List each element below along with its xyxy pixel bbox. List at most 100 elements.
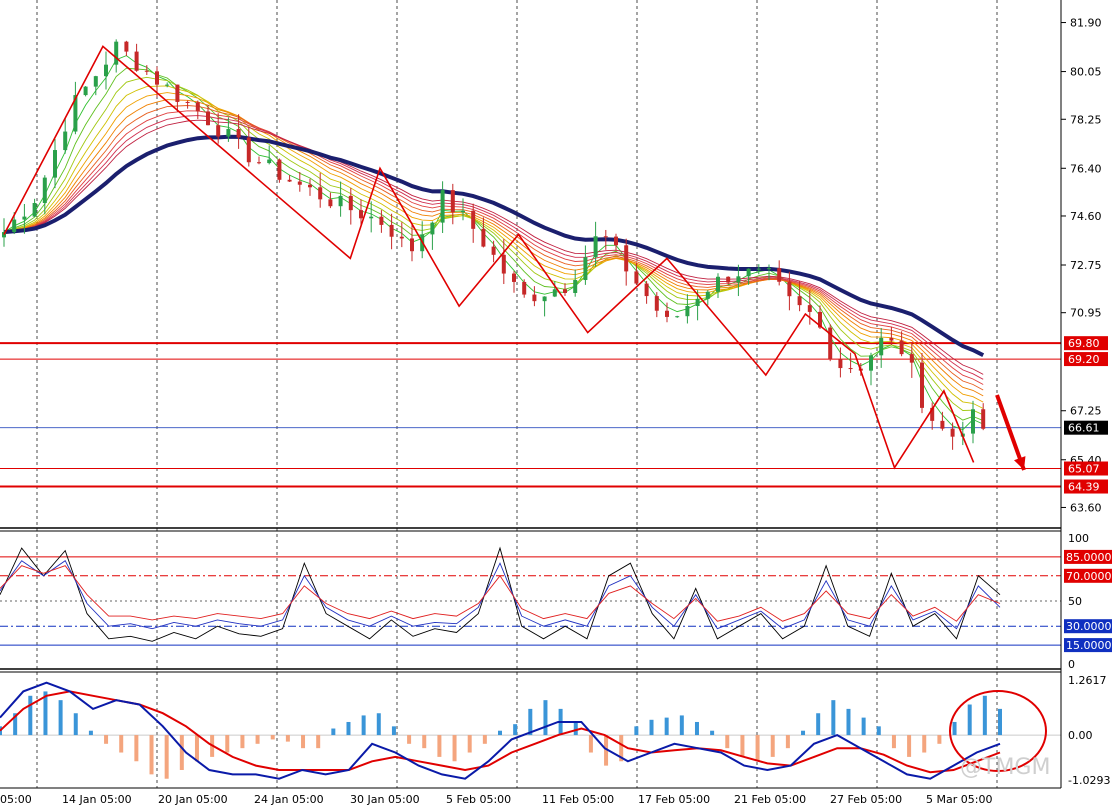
macd-histogram-bar — [88, 730, 93, 736]
y-tick-label: 76.40 — [1070, 162, 1102, 175]
candle-body — [542, 296, 547, 302]
watermark: @TMGM — [960, 755, 1050, 780]
candle-body — [981, 409, 986, 429]
candle-body — [144, 70, 149, 72]
macd-histogram-bar — [452, 735, 457, 762]
macd-histogram-bar — [285, 735, 290, 742]
candle-body — [246, 137, 251, 163]
candle-body — [379, 216, 384, 225]
macd-histogram-bar — [73, 713, 78, 736]
candle-body — [257, 162, 261, 164]
macd-histogram-bar — [937, 735, 942, 744]
candle-body — [807, 305, 812, 312]
macd-histogram-bar — [998, 708, 1002, 736]
candle-body — [920, 362, 924, 408]
candle-body — [665, 310, 669, 317]
candle-body — [909, 354, 914, 363]
macd-histogram-bar — [376, 713, 381, 736]
candle-body — [838, 359, 843, 369]
macd-histogram-bar — [104, 735, 109, 744]
macd-histogram-bar — [194, 735, 199, 762]
level-tag-label: 69.20 — [1068, 353, 1100, 366]
candle-body — [359, 210, 363, 219]
trading-chart[interactable]: 81.90 80.05 78.25 76.40 74.60 72.75 70.95 67.25… — [0, 0, 1115, 809]
macd-histogram-bar — [240, 735, 245, 749]
y-tick-label: 63.60 — [1070, 501, 1102, 514]
candle-body — [532, 294, 537, 302]
macd-histogram-bar — [164, 735, 169, 779]
macd-histogram-bar — [664, 717, 669, 736]
candle-body — [848, 368, 853, 370]
macd-histogram-bar — [225, 735, 230, 753]
candle-body — [705, 291, 710, 299]
candle-body — [614, 236, 618, 246]
macd-histogram-bar — [270, 735, 275, 740]
candle-body — [695, 298, 700, 307]
current-price-label: 66.61 — [1068, 422, 1100, 435]
candle-body — [522, 281, 527, 295]
candle-body — [328, 199, 333, 207]
candle-body — [940, 420, 945, 429]
candle-body — [155, 71, 159, 85]
osc-level-label: 30.0000 — [1066, 620, 1112, 633]
candle-body — [430, 222, 435, 235]
y-tick-label: 74.60 — [1070, 210, 1102, 223]
candle-body — [889, 337, 894, 341]
macd-histogram-bar — [725, 735, 730, 749]
macd-histogram-bar — [694, 721, 699, 736]
x-tick-label: 30 Jan 05:00 — [350, 793, 420, 806]
candle-body — [481, 228, 486, 247]
macd-histogram-bar — [301, 735, 306, 749]
candle-body — [501, 254, 506, 274]
candle-body — [879, 337, 884, 356]
candle-body — [318, 187, 323, 200]
candle-body — [746, 268, 751, 277]
candle-body — [440, 190, 445, 223]
candle-body — [685, 306, 690, 317]
macd-histogram-bar — [891, 735, 896, 749]
macd-histogram-bar — [498, 730, 502, 736]
macd-histogram-bar — [255, 735, 260, 744]
candle-body — [185, 101, 190, 103]
candle-body — [777, 268, 782, 282]
candle-body — [124, 41, 129, 52]
macd-histogram-bar — [467, 735, 472, 753]
candle-body — [950, 428, 955, 437]
macd-histogram-bar — [134, 735, 139, 762]
macd-histogram-bar — [801, 730, 806, 736]
candle-body — [563, 289, 567, 293]
candle-body — [83, 86, 88, 96]
macd-histogram-bar — [861, 717, 866, 736]
macd-histogram-bar — [407, 735, 412, 744]
candle-body — [716, 276, 720, 292]
macd-y-label: 1.2617 — [1068, 674, 1107, 687]
x-tick-label: 24 Jan 05:00 — [254, 793, 324, 806]
macd-histogram-bar — [816, 713, 821, 736]
candle-body — [675, 316, 680, 318]
x-tick-label: 11 Feb 05:00 — [542, 793, 614, 806]
candle-body — [461, 210, 465, 213]
macd-histogram-bar — [876, 726, 881, 736]
candle-body — [603, 236, 608, 238]
osc-level-label: 85.0000 — [1066, 551, 1112, 564]
candle-body — [767, 268, 771, 270]
candle-body — [32, 203, 37, 217]
x-tick-label: 14 Jan 05:00 — [62, 793, 132, 806]
candle-body — [410, 238, 414, 252]
candle-body — [399, 236, 404, 239]
osc-level-label: 15.0000 — [1066, 639, 1112, 652]
macd-y-label: -1.0293 — [1068, 774, 1110, 787]
macd-histogram-bar — [422, 735, 427, 749]
chart-background — [0, 0, 1115, 809]
macd-histogram-bar — [634, 726, 639, 736]
x-tick-label: 21 Feb 05:00 — [734, 793, 806, 806]
candle-body — [165, 84, 170, 86]
macd-histogram-bar — [482, 735, 487, 744]
candle-body — [175, 84, 180, 102]
candle-body — [797, 296, 802, 306]
osc-y-label: 0 — [1068, 658, 1075, 671]
osc-level-label: 70.0000 — [1066, 570, 1112, 583]
level-tag-label: 69.80 — [1068, 337, 1100, 350]
y-tick-label: 78.25 — [1070, 113, 1102, 126]
macd-histogram-bar — [573, 721, 578, 736]
